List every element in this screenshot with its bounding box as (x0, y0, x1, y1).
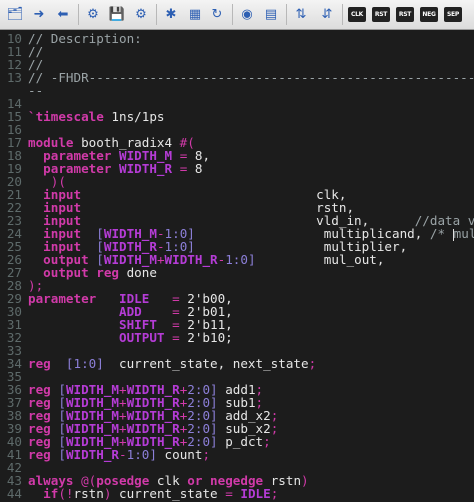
code-token: ; (263, 434, 271, 449)
code-text: OUTPUT = 2'b10; (28, 331, 233, 344)
code-token: 1:0] (225, 252, 256, 267)
code-text: reg [WIDTH_R-1:0] count; (28, 448, 210, 461)
code-text: `timescale 1ns/1ps (28, 110, 165, 123)
code-token: [ (58, 447, 66, 462)
code-line: 41 reg [WIDTH_R-1:0] count; (0, 448, 474, 461)
code-token: WIDTH_R (119, 161, 173, 176)
toolbar-separator (286, 4, 287, 25)
arrow-left-icon[interactable]: ⬅ (54, 4, 72, 24)
code-token: 1ns/1ps (103, 109, 165, 124)
code-token: reg (28, 447, 51, 462)
code-token: output (43, 265, 89, 280)
signal-neg-button[interactable]: NEG (420, 7, 438, 22)
code-token: - (119, 447, 127, 462)
code-token: = (172, 330, 180, 345)
folder-tree-icon[interactable]: 🗂 (6, 4, 24, 24)
code-line: 19 parameter WIDTH_R = 8 (0, 162, 474, 175)
collapse-icon[interactable]: ⇵ (318, 4, 336, 24)
calendar-icon[interactable]: ▤ (262, 4, 280, 24)
code-token: mul*/ (453, 226, 474, 241)
code-token: 1:0] (126, 447, 157, 462)
code-token: -- (28, 83, 44, 98)
code-token: WIDTH_R (65, 447, 120, 462)
code-line: 11// (0, 45, 474, 58)
gears-icon[interactable]: ⚙ (132, 4, 150, 24)
code-text: if(!rstn) current_state = IDLE; (28, 487, 278, 500)
save-icon[interactable]: 💾 (108, 4, 126, 24)
code-line: -- (0, 84, 474, 97)
code-token: reg (96, 265, 120, 280)
code-token: count (156, 447, 203, 462)
code-text: // -FHDR--------------------------------… (28, 71, 474, 84)
code-token: /* (429, 226, 453, 241)
run-icon[interactable]: ✱ (162, 4, 180, 24)
code-line: 13 // -FHDR------------------------------… (0, 71, 474, 84)
code-token: // Description: (28, 31, 142, 46)
code-editor[interactable]: 10// Description: 11//12//13// -FHDR-----… (0, 30, 474, 502)
expand-icon[interactable]: ⇅ (292, 4, 310, 24)
code-token: ; (270, 421, 279, 436)
code-token: 8 (187, 161, 203, 176)
toolbar: 🗂 ➜ ⬅ ⚙ 💾 ⚙ ✱ ▦ ↻ ◉ ▤ ⇅ ⇵ CLK RST RST NEG SEP (0, 0, 474, 30)
signal-sep-button[interactable]: SEP (444, 7, 462, 22)
code-token: + (156, 252, 165, 267)
code-text: -- (28, 84, 43, 97)
code-token: current_state, next_state (103, 356, 309, 371)
code-token: (! (58, 486, 74, 501)
code-token: = (225, 486, 233, 501)
code-text: // Description: (28, 32, 142, 45)
code-text: reg [1:0] current_state, next_state; (28, 357, 316, 370)
signal-rst-button[interactable]: RST (372, 7, 390, 22)
code-token: OUTPUT (119, 330, 165, 345)
line-number: 44 (6, 486, 22, 501)
code-token: mul_out, (255, 252, 385, 267)
code-token: `timescale (28, 109, 104, 124)
code-line: 15 `timescale 1ns/1ps (0, 110, 474, 123)
code-token: IDLE (240, 486, 271, 501)
signal-clk-button[interactable]: CLK (348, 7, 366, 22)
code-line: 10// Description: (0, 32, 474, 45)
code-token: WIDTH_R (164, 252, 218, 267)
code-token: ; (202, 447, 211, 462)
code-token: if (43, 486, 59, 501)
code-line: 44 if(!rstn) current_state = IDLE; (0, 487, 474, 500)
code-line: 34 reg [1:0] current_state, next_state; (0, 357, 474, 370)
grid-icon[interactable]: ▦ (186, 4, 204, 24)
toolbar-separator (156, 4, 157, 25)
code-token: done (119, 265, 157, 280)
code-token: 2'b10; (179, 330, 233, 345)
signal-rst-button[interactable]: RST (396, 7, 414, 22)
code-token: ; (308, 356, 317, 371)
code-token: [1:0] (65, 356, 104, 371)
settings-cog-icon[interactable]: ⚙ (84, 4, 102, 24)
line-number: 13 (6, 70, 22, 85)
record-icon[interactable]: ◉ (238, 4, 256, 24)
code-line: 27 output reg done (0, 266, 474, 279)
code-token: p_dct (217, 434, 264, 449)
code-line: 32 OUTPUT = 2'b10; (0, 331, 474, 344)
toolbar-separator (78, 4, 79, 25)
code-token: ) (301, 473, 309, 488)
code-token: reg (28, 356, 51, 371)
code-text: output reg done (28, 266, 157, 279)
code-token: current_state (111, 486, 226, 501)
code-token: rstn (73, 486, 104, 501)
toolbar-separator (342, 4, 343, 25)
arrow-right-icon[interactable]: ➜ (30, 4, 48, 24)
toolbar-separator (232, 4, 233, 25)
code-token: ; (270, 486, 279, 501)
code-token: // -FHDR--------------------------------… (28, 70, 474, 85)
redo-icon[interactable]: ↻ (208, 4, 226, 24)
